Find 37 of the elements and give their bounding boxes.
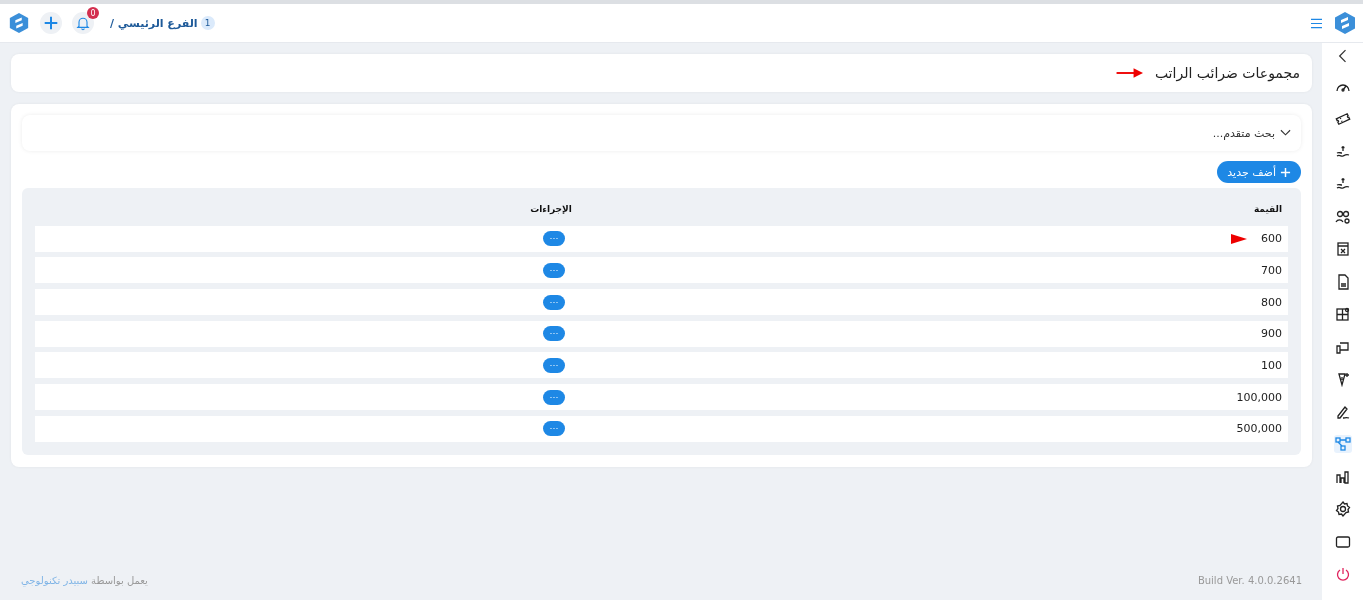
flow-icon[interactable]: [1333, 435, 1352, 453]
table-cell: 100,000: [1236, 390, 1282, 404]
table-cell: 800: [1261, 295, 1282, 309]
plus-icon: [1280, 166, 1291, 178]
collapse-icon[interactable]: [1337, 49, 1348, 63]
table-cell: 700: [1261, 263, 1282, 277]
actions-button[interactable]: ···: [543, 326, 565, 342]
notification-badge: 0: [87, 7, 99, 19]
actions-button[interactable]: ···: [543, 231, 565, 247]
actions-button[interactable]: ···: [543, 389, 565, 405]
add-new-button[interactable]: أضف جديد: [1217, 161, 1301, 183]
logo-icon[interactable]: [1333, 11, 1357, 35]
column-header: القيمة: [1252, 204, 1283, 214]
actions-button[interactable]: ···: [543, 294, 565, 310]
advanced-search-toggle[interactable]: بحث متقدم...: [22, 115, 1301, 151]
logo-icon[interactable]: [8, 12, 30, 34]
settings-icon[interactable]: [1333, 500, 1352, 518]
company-link[interactable]: سبيدر تكنولوجي: [21, 575, 88, 586]
actions-button[interactable]: ···: [543, 262, 565, 278]
table-cell: 100: [1261, 358, 1282, 372]
ticket-icon[interactable]: [1333, 110, 1352, 128]
annotation-arrow: [1231, 233, 1247, 244]
widgets-icon[interactable]: [1333, 305, 1352, 323]
build-version: Build Ver. 4.0.0.2641: [1197, 575, 1302, 586]
table-cell: 600: [1261, 232, 1282, 246]
table-cell: 900: [1261, 327, 1282, 341]
page-title: مجموعات ضرائب الراتب: [1154, 65, 1300, 81]
branch-number: 1: [200, 16, 215, 30]
branch-link[interactable]: الفرع الرئيسي /: [110, 16, 198, 30]
actions-button[interactable]: ···: [543, 357, 565, 373]
add-button[interactable]: [40, 12, 62, 34]
actions-button[interactable]: ···: [543, 421, 565, 437]
menu-icon[interactable]: [1310, 17, 1323, 29]
chevron-down-icon: [1280, 129, 1291, 137]
table-cell: 500,000: [1236, 422, 1282, 436]
column-header: الإجراءات: [529, 204, 573, 214]
powered-by-text: يعمل بواسطة: [91, 575, 148, 586]
